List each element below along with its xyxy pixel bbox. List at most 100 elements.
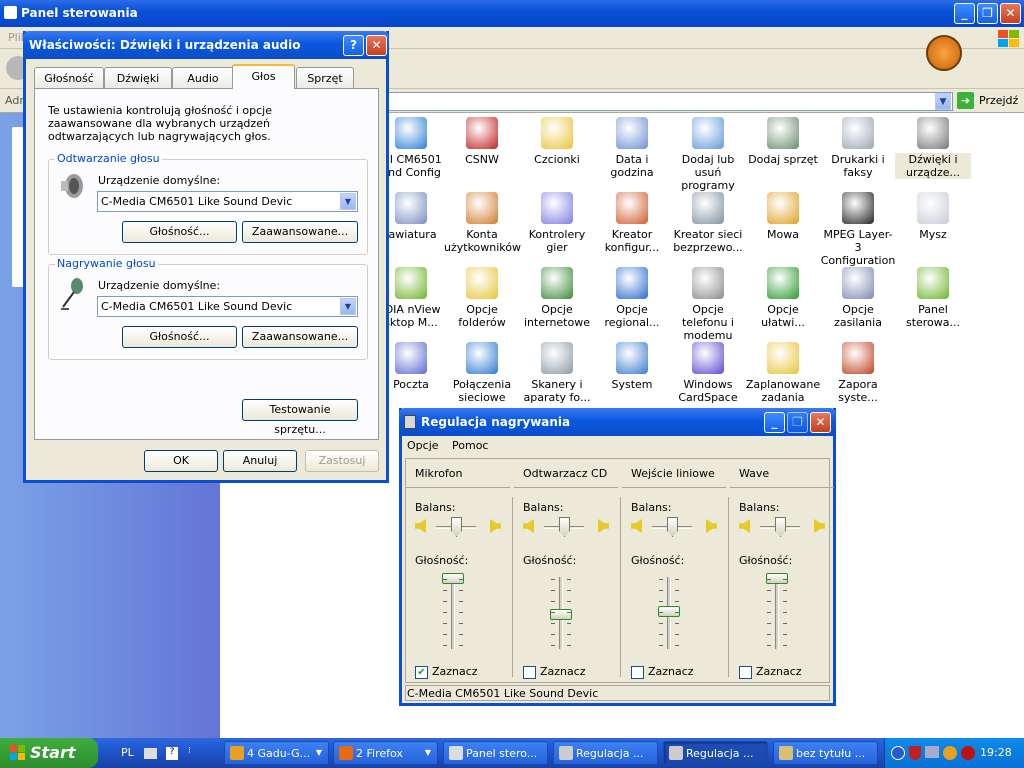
volume-tick (659, 579, 663, 580)
control-panel-item[interactable]: Opcje zasilania (820, 267, 896, 329)
control-panel-item[interactable]: Panel sterowa... (895, 267, 971, 329)
start-button[interactable]: Start (0, 738, 98, 768)
minimize-button[interactable]: _ (954, 3, 975, 24)
menu-options[interactable]: Opcje (407, 439, 439, 452)
taskbar-button[interactable]: bez tytułu ... (773, 741, 878, 765)
select-checkbox[interactable] (631, 666, 644, 679)
control-panel-item[interactable]: Połączenia sieciowe (444, 342, 520, 404)
keyboard-icon[interactable] (144, 748, 157, 759)
dialog-close-button[interactable]: ✕ (366, 35, 387, 56)
control-panel-item[interactable]: Dodaj lub usuń programy (670, 117, 746, 192)
antivirus-icon[interactable] (961, 746, 975, 760)
control-panel-item[interactable]: Zaplanowane zadania (745, 342, 821, 404)
control-panel-item[interactable]: Data i godzina (594, 117, 670, 179)
control-panel-item[interactable]: Skanery i aparaty fo... (519, 342, 595, 404)
volume-track (775, 577, 779, 649)
control-panel-titlebar[interactable]: Panel sterowania (0, 0, 1024, 27)
control-panel-item[interactable]: CSNW (444, 117, 520, 166)
control-panel-item[interactable]: Opcje regional... (594, 267, 670, 329)
tray-back-icon[interactable] (891, 746, 905, 760)
control-panel-item[interactable]: Drukarki i faksy (820, 117, 896, 179)
address-dropdown-icon[interactable]: ▼ (935, 93, 951, 110)
system-tray: 19:28 (884, 738, 1024, 768)
help-button[interactable]: ? (343, 35, 364, 56)
balance-slider[interactable] (451, 517, 462, 537)
select-checkbox[interactable]: ✔ (415, 666, 428, 679)
language-indicator[interactable]: PL (121, 746, 134, 759)
balance-slider[interactable] (667, 517, 678, 537)
control-panel-item[interactable]: Mowa (745, 192, 821, 241)
playback-advanced-button[interactable]: Zaawansowane... (242, 221, 358, 243)
address-input[interactable] (388, 92, 953, 111)
control-panel-item[interactable]: Mysz (895, 192, 971, 241)
test-hardware-button[interactable]: Testowanie sprzętu... (242, 399, 358, 436)
record-advanced-button[interactable]: Zaawansowane... (242, 326, 358, 348)
menu-help[interactable]: Pomoc (452, 439, 488, 452)
control-panel-item[interactable]: System (594, 342, 670, 391)
close-button[interactable]: ✕ (1000, 3, 1021, 24)
go-button[interactable]: ➔ Przejdź (957, 92, 1021, 110)
control-panel-item[interactable]: Kreator sieci bezprzewo... (670, 192, 746, 254)
control-panel-item[interactable]: Dźwięki i urządze... (895, 117, 971, 179)
printer-icon (842, 117, 874, 149)
record-device-select[interactable]: C-Media CM6501 Like Sound Devic ▼ (97, 296, 358, 317)
tab-sounds[interactable]: Dźwięki (104, 67, 172, 88)
control-panel-item[interactable]: Zapora syste... (820, 342, 896, 404)
tab-voice[interactable]: Głos (232, 64, 295, 89)
taskbar-button[interactable]: 2 Firefox ▼ (333, 741, 438, 765)
control-panel-item-label: Opcje ułatwi... (761, 303, 805, 329)
volume-tick (675, 634, 679, 635)
playback-device-select[interactable]: C-Media CM6501 Like Sound Devic ▼ (97, 191, 358, 212)
options-icon[interactable]: ⁝ (188, 746, 191, 756)
balance-slider[interactable] (559, 517, 570, 537)
power-options-icon (842, 267, 874, 299)
speaker-left-icon (739, 519, 750, 533)
tab-audio[interactable]: Audio (172, 67, 234, 88)
taskbar-button[interactable]: Regulacja ... (663, 741, 768, 765)
control-panel-item[interactable]: Opcje ułatwi... (745, 267, 821, 329)
control-panel-item[interactable]: Kreator konfigur... (594, 192, 670, 254)
record-volume-button[interactable]: Głośność... (122, 326, 237, 348)
network-icon[interactable] (925, 746, 939, 758)
select-label: Zaznacz (540, 665, 586, 678)
volume-tick (783, 623, 787, 624)
dialog-titlebar[interactable]: Właściwości: Dźwięki i urządzenia audio (23, 31, 389, 59)
maximize-button[interactable]: ❐ (977, 3, 998, 24)
taskbar-button[interactable]: 4 Gadu-G... ▼ (224, 741, 329, 765)
tab-volume[interactable]: Głośność (34, 67, 104, 88)
control-panel-item[interactable]: Opcje folderów (444, 267, 520, 329)
globe-icon (616, 267, 648, 299)
volume-slider[interactable] (550, 609, 572, 621)
control-panel-item[interactable]: MPEG Layer-3 Configuration (820, 192, 896, 267)
security-shield-icon[interactable] (909, 746, 921, 760)
recording-minimize-button[interactable]: _ (764, 412, 785, 433)
recording-close-button[interactable]: ✕ (810, 412, 831, 433)
control-panel-item[interactable]: Konta użytkowników (444, 192, 521, 254)
control-panel-item[interactable]: Opcje telefonu i modemu (670, 267, 746, 342)
select-checkbox[interactable] (523, 666, 536, 679)
paint-icon (779, 746, 793, 760)
recording-menu-bar: Opcje Pomoc (402, 436, 833, 456)
control-panel-item[interactable]: Kontrolery gier (519, 192, 595, 254)
control-panel-item[interactable]: Czcionki (519, 117, 595, 166)
control-panel-item[interactable]: Dodaj sprzęt (745, 117, 821, 166)
taskbar-button[interactable]: Regulacja ... (553, 741, 658, 765)
control-panel-item[interactable]: Windows CardSpace (670, 342, 746, 404)
playback-group: Odtwarzanie głosu Urządzenie domyślne: C… (48, 152, 368, 255)
gadu-tray-icon[interactable] (943, 746, 957, 760)
balance-slider[interactable] (775, 517, 786, 537)
help-icon[interactable]: ? (166, 747, 178, 760)
apply-button[interactable]: Zastosuj (305, 450, 379, 472)
clock[interactable]: 19:28 (980, 746, 1012, 759)
ok-button[interactable]: OK (144, 450, 218, 472)
tab-hardware[interactable]: Sprzęt (296, 67, 354, 88)
phone-modem-icon (692, 267, 724, 299)
control-panel-item[interactable]: Opcje internetowe (519, 267, 595, 329)
taskbar-button[interactable]: Panel stero... (443, 741, 548, 765)
playback-volume-button[interactable]: Głośność... (122, 221, 237, 243)
cancel-button[interactable]: Anuluj (223, 450, 297, 472)
select-checkbox[interactable] (739, 666, 752, 679)
volume-tick (567, 612, 571, 613)
control-panel-item-label: Zapora syste... (838, 378, 878, 404)
mouse-icon (917, 192, 949, 224)
